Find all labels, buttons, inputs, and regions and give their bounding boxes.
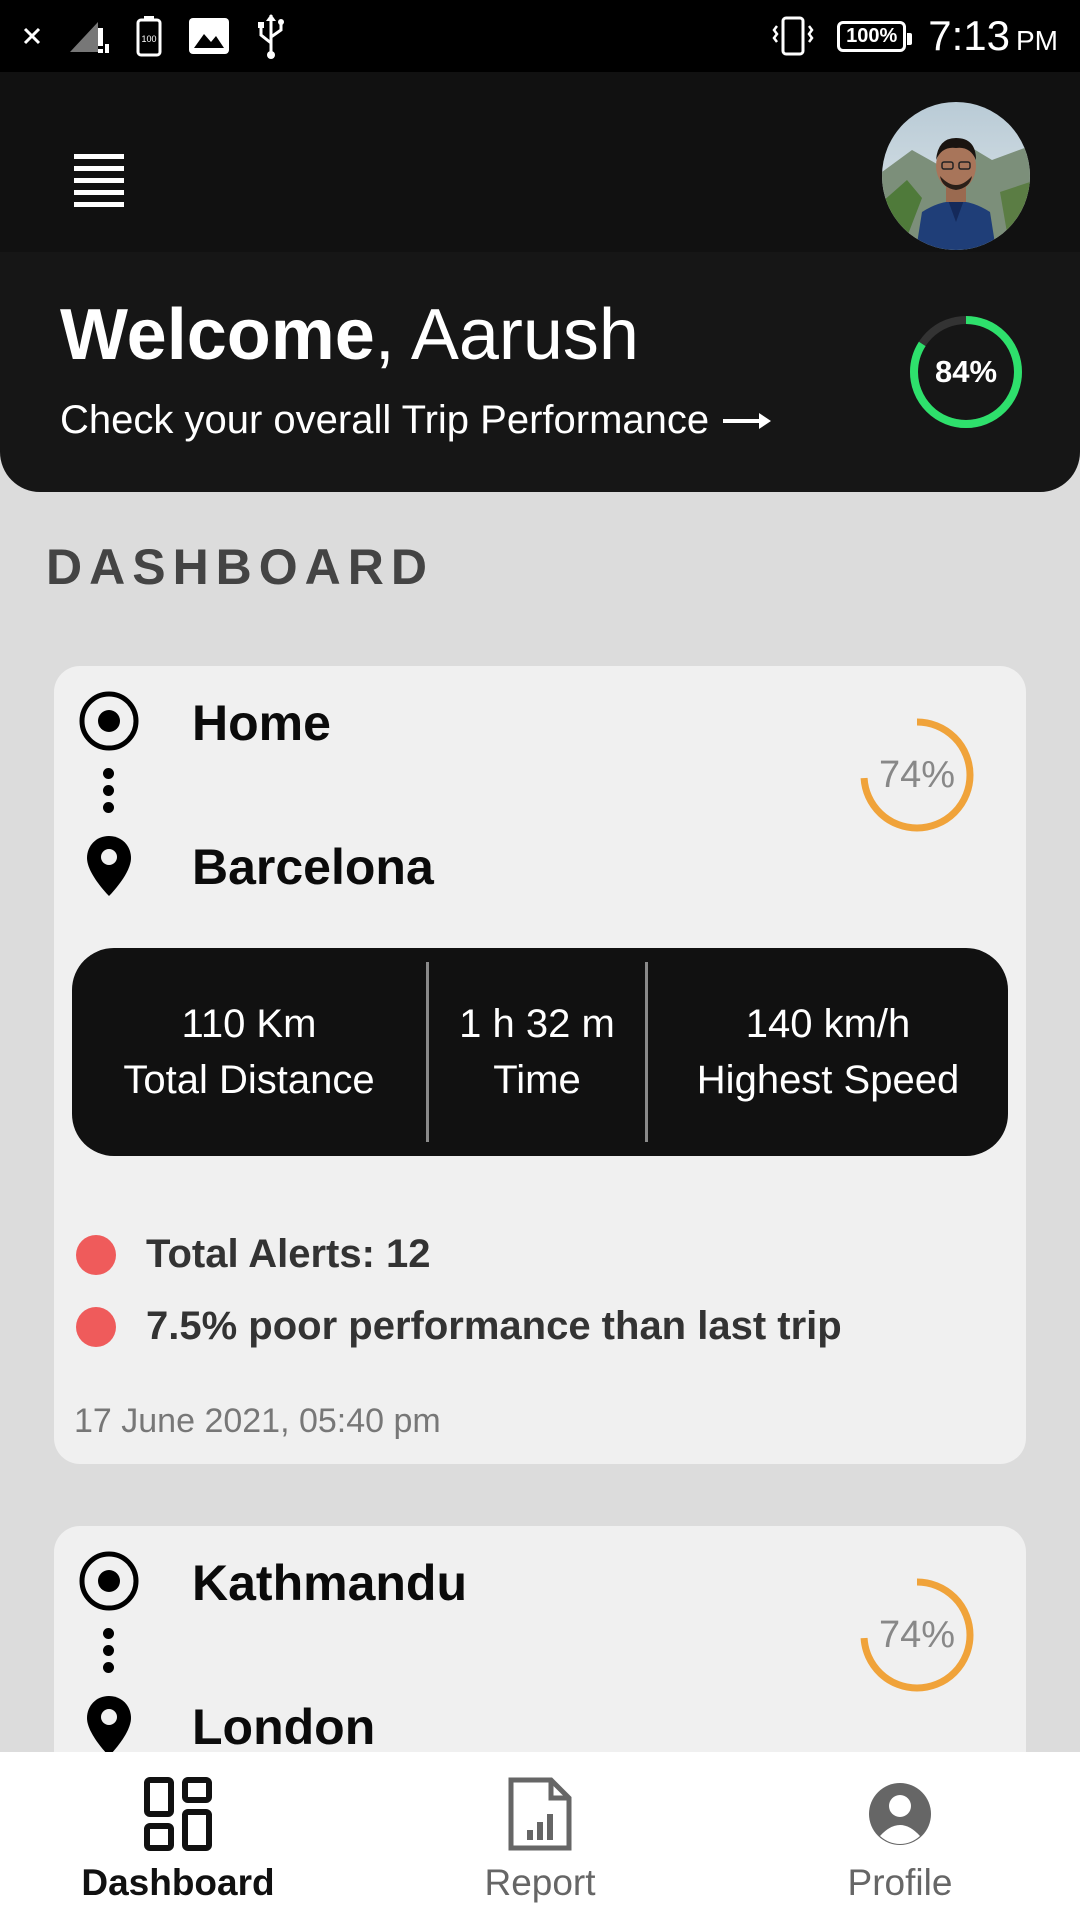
dashboard-icon: [144, 1777, 212, 1851]
report-icon: [508, 1777, 572, 1851]
image-icon: [189, 18, 229, 54]
trip-destination: London: [192, 1699, 376, 1755]
avatar[interactable]: [882, 102, 1030, 250]
location-pin-icon: [87, 1696, 131, 1756]
nav-report[interactable]: Report: [390, 1752, 690, 1920]
close-icon: [23, 27, 41, 45]
overall-score-ring[interactable]: 84%: [908, 314, 1024, 430]
trip-score-value: 74%: [878, 754, 956, 796]
stat-distance-value: 110 Km: [181, 1002, 317, 1046]
profile-icon: [869, 1783, 931, 1845]
nav-profile-label: Profile: [847, 1862, 953, 1903]
stat-time: 1 h 32 m Time: [429, 948, 645, 1156]
battery-small-icon: 100: [136, 16, 162, 57]
nav-profile[interactable]: Profile: [750, 1752, 1050, 1920]
vibrate-icon: [772, 16, 814, 56]
trip-card[interactable]: Home Barcelona 74% 110 Km Total Distance…: [54, 666, 1026, 1464]
clock: 7:13 PM: [928, 12, 1058, 60]
stat-speed-label: Highest Speed: [696, 1058, 960, 1102]
avatar-photo: [882, 102, 1030, 250]
alert-dot-icon: [76, 1234, 116, 1275]
trip-score-ring: 74%: [858, 1576, 976, 1694]
alert-dot-icon: [76, 1306, 116, 1347]
trip-performance-link[interactable]: Check your overall Trip Performance: [60, 398, 773, 443]
arrow-right-icon: [723, 412, 772, 429]
nav-report-label: Report: [484, 1862, 596, 1903]
signal-icon: [70, 22, 109, 53]
battery-indicator: 100%: [837, 20, 913, 52]
dashboard-heading: DASHBOARD: [46, 539, 434, 595]
alert-total: Total Alerts: 12: [76, 1232, 431, 1277]
origin-icon: [79, 691, 139, 751]
clock-ampm: PM: [1016, 25, 1058, 56]
trip-performance-label: Check your overall Trip Performance: [60, 398, 710, 442]
trip-origin: Kathmandu: [192, 1555, 467, 1611]
status-bar-right: 100% 7:13 PM: [771, 10, 1058, 62]
user-name: Aarush: [410, 295, 639, 375]
location-pin-icon: [87, 836, 131, 896]
stat-highest-speed: 140 km/h Highest Speed: [648, 948, 1008, 1156]
welcome-greeting: Welcome: [60, 295, 375, 375]
usb-icon: [258, 14, 284, 59]
trip-stats-panel: 110 Km Total Distance 1 h 32 m Time 140 …: [72, 948, 1008, 1156]
stat-total-distance: 110 Km Total Distance: [72, 948, 426, 1156]
nav-dashboard-label: Dashboard: [81, 1862, 275, 1903]
status-bar-left: 100: [22, 14, 286, 59]
clock-time: 7:13: [928, 12, 1010, 59]
route-dots-icon: [103, 1628, 115, 1679]
stat-speed-value: 140 km/h: [745, 1002, 911, 1046]
route-dots-icon: [103, 768, 115, 819]
welcome-separator: ,: [374, 295, 395, 375]
trip-destination: Barcelona: [192, 839, 434, 895]
trip-origin: Home: [192, 695, 331, 751]
app-bar: [0, 72, 1080, 252]
svg-text:100: 100: [141, 34, 156, 44]
stat-distance-label: Total Distance: [123, 1058, 375, 1102]
trip-score-value: 74%: [878, 1614, 956, 1656]
overall-score-value: 84%: [934, 354, 998, 389]
stat-time-value: 1 h 32 m: [459, 1002, 615, 1046]
welcome-panel: Welcome, Aarush Check your overall Trip …: [0, 252, 1080, 492]
alert-performance-text: 7.5% poor performance than last trip: [146, 1304, 842, 1348]
welcome-heading: Welcome, Aarush: [60, 294, 639, 376]
nav-dashboard[interactable]: Dashboard: [28, 1752, 328, 1920]
bottom-navigation: Dashboard Report Profile: [0, 1752, 1080, 1920]
trip-score-ring: 74%: [858, 716, 976, 834]
alert-performance: 7.5% poor performance than last trip: [76, 1304, 842, 1349]
status-bar: 100 100% 7:13 PM: [0, 0, 1080, 72]
trip-date: 17 June 2021, 05:40 pm: [74, 1402, 441, 1440]
origin-icon: [79, 1551, 139, 1611]
menu-icon[interactable]: [74, 154, 124, 214]
stat-time-label: Time: [493, 1058, 581, 1102]
alert-total-text: Total Alerts: 12: [146, 1232, 431, 1276]
